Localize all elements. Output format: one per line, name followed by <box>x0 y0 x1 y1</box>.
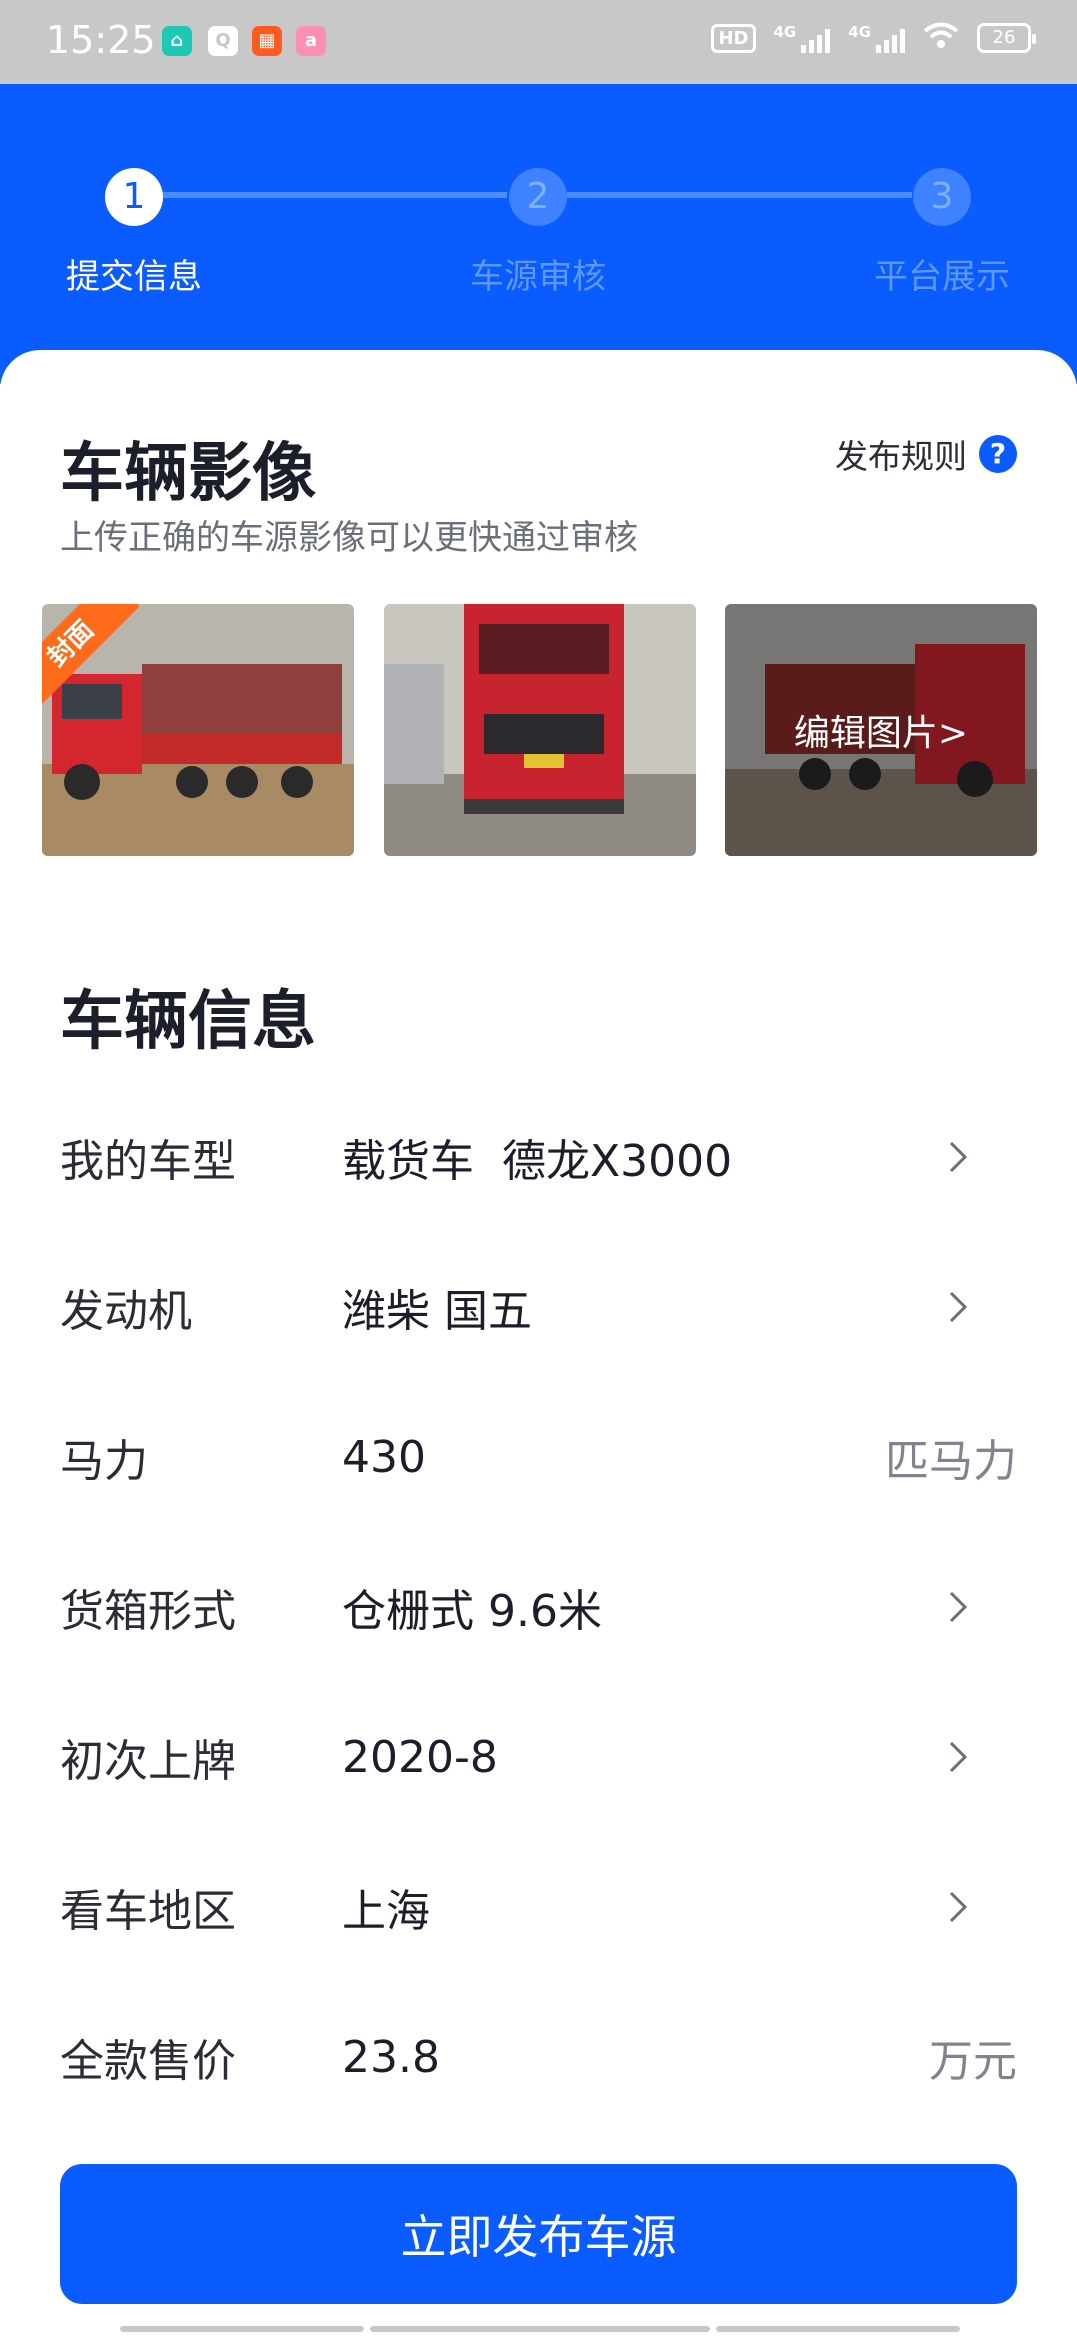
status-time: 15:25 <box>46 18 156 62</box>
battery-icon: 26 <box>977 23 1036 53</box>
info-row-model[interactable]: 我的车型 载货车 德龙X3000 <box>60 1082 1017 1232</box>
info-row-price[interactable]: 全款售价 23.8 万元 <box>60 1982 1017 2132</box>
info-value: 载货车 德龙X3000 <box>342 1136 733 1187</box>
chevron-right-icon <box>949 1291 968 1323</box>
cover-badge: 封面 <box>42 604 148 710</box>
ai-app-icon: a <box>296 26 326 56</box>
info-row-cargo-box[interactable]: 货箱形式 仓栅式 9.6米 <box>60 1532 1017 1682</box>
chevron-right-icon <box>949 1891 968 1923</box>
hd-icon: HD <box>711 23 756 53</box>
media-section-title: 车辆影像 <box>60 437 316 511</box>
info-value: 潍柴 国五 <box>342 1286 532 1337</box>
step-2-label: 车源审核 <box>470 257 606 297</box>
truck-front-image <box>384 604 696 856</box>
info-row-horsepower[interactable]: 马力 430 匹马力 <box>60 1382 1017 1532</box>
grid-app-icon: ▦ <box>252 26 282 56</box>
step-connector <box>567 192 912 198</box>
chevron-right-icon <box>949 1741 968 1773</box>
bottom-bar-segment <box>370 2326 710 2332</box>
chevron-right-icon <box>949 1141 968 1173</box>
step-3-label: 平台展示 <box>874 257 1010 297</box>
signal-icon: 4G <box>774 23 831 53</box>
vehicle-photo-front[interactable] <box>384 604 696 856</box>
bottom-bar-segment <box>120 2326 364 2332</box>
media-subtitle: 上传正确的车源影像可以更快通过审核 <box>60 518 638 558</box>
edit-photos-button[interactable]: 编辑图片> <box>725 604 1037 856</box>
search-app-icon: Q <box>208 26 238 56</box>
info-row-location[interactable]: 看车地区 上海 <box>60 1832 1017 1982</box>
info-value: 仓栅式 9.6米 <box>342 1586 602 1637</box>
info-unit: 万元 <box>929 2036 1017 2087</box>
status-bar: 15:25 ⌂ Q ▦ a HD 4G 4G 26 <box>0 0 1077 84</box>
info-row-registration[interactable]: 初次上牌 2020-8 <box>60 1682 1017 1832</box>
info-label: 马力 <box>60 1436 148 1487</box>
vehicle-photo-cover[interactable]: 封面 <box>42 604 354 856</box>
signal-icon: 4G <box>848 23 905 53</box>
status-icons: HD 4G 4G 26 <box>711 22 1036 54</box>
step-1-label: 提交信息 <box>66 257 202 297</box>
publish-vehicle-button[interactable]: 立即发布车源 <box>60 2164 1017 2304</box>
info-value: 2020-8 <box>342 1731 498 1783</box>
progress-header: 1 2 3 提交信息 车源审核 平台展示 <box>0 84 1077 384</box>
horsepower-input[interactable]: 430 <box>342 1432 885 1483</box>
publish-rules-label: 发布规则 <box>835 437 967 476</box>
info-label: 发动机 <box>60 1286 192 1337</box>
wifi-icon <box>923 22 959 54</box>
info-label: 看车地区 <box>60 1886 236 1937</box>
help-icon: ? <box>979 435 1017 473</box>
info-unit: 匹马力 <box>885 1436 1017 1487</box>
info-label: 初次上牌 <box>60 1736 236 1787</box>
info-value: 上海 <box>342 1886 430 1937</box>
info-row-engine[interactable]: 发动机 潍柴 国五 <box>60 1232 1017 1382</box>
step-connector <box>163 192 507 198</box>
price-input[interactable]: 23.8 <box>342 2032 929 2083</box>
home-app-icon: ⌂ <box>162 26 192 56</box>
step-1-indicator: 1 <box>105 168 163 226</box>
step-3-indicator: 3 <box>913 168 971 226</box>
vehicle-section-title: 车辆信息 <box>60 985 316 1059</box>
vehicle-photo-rear[interactable]: 编辑图片> <box>725 604 1037 856</box>
step-2-indicator: 2 <box>509 168 567 226</box>
publish-rules-link[interactable]: 发布规则 ? <box>835 430 1017 478</box>
chevron-right-icon <box>949 1591 968 1623</box>
info-label: 全款售价 <box>60 2036 236 2087</box>
form-card: 车辆影像 发布规则 ? 上传正确的车源影像可以更快通过审核 封面 编辑图片> 车… <box>0 350 1077 2337</box>
info-label: 货箱形式 <box>60 1586 236 1637</box>
info-label: 我的车型 <box>60 1136 236 1187</box>
bottom-bar-segment <box>716 2326 960 2332</box>
